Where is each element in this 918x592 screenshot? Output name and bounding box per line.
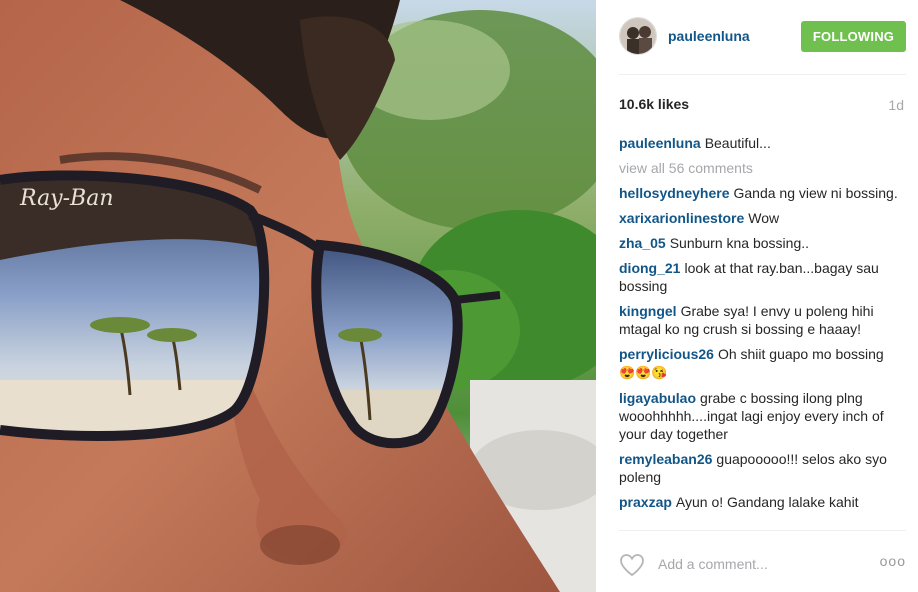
footer-divider [619,530,906,531]
comment-username[interactable]: diong_21 [619,260,680,276]
view-all-comments-link[interactable]: view all 56 comments [619,159,899,177]
post-age[interactable]: 1d [888,97,904,113]
likes-count[interactable]: 10.6k likes [619,96,689,112]
comment-username[interactable]: praxzap [619,494,672,510]
comment-item: perrylicious26 Oh shiit guapo mo bossing … [619,345,899,382]
comment-item: kingngel Grabe sya! I envy u poleng hihi … [619,302,899,338]
header-divider [619,74,906,75]
comment-username[interactable]: zha_05 [619,235,666,251]
comment-emoji: 😍😍😘 [619,365,668,380]
comment-text: Ganda ng view ni bossing. [733,185,898,201]
comment-username[interactable]: perrylicious26 [619,346,714,362]
caption-text: Beautiful... [704,135,771,151]
post-photo[interactable]: Ray-Ban [0,0,596,592]
comment-item: xarixarionlinestore Wow [619,209,899,227]
selfie-sunglasses-image: Ray-Ban [0,0,596,592]
comment-text: Oh shiit guapo mo bossing [717,346,884,362]
comment-text: Wow [748,210,780,226]
like-heart-icon[interactable] [619,553,645,577]
comment-item: praxzap Ayun o! Gandang lalake kahit [619,493,899,511]
avatar-image [620,18,656,54]
comment-item: ligayabulao grabe c bossing ilong plng wo… [619,389,899,443]
svg-text:Ray-Ban: Ray-Ban [19,186,114,211]
post-details-panel: pauleenluna FOLLOWING 10.6k likes 1d pau… [596,0,918,592]
comment-username[interactable]: kingngel [619,303,677,319]
comment-username[interactable]: xarixarionlinestore [619,210,744,226]
comment-item: diong_21 look at that ray.ban...bagay sau… [619,259,899,295]
comments-list: pauleenluna Beautiful... view all 56 comm… [619,134,899,526]
comment-username[interactable]: remyleaban26 [619,451,712,467]
following-button[interactable]: FOLLOWING [801,21,906,52]
comment-item: zha_05 Sunburn kna bossing.. [619,234,899,252]
comment-username[interactable]: ligayabulao [619,390,696,406]
comment-text: Sunburn kna bossing.. [669,235,810,251]
avatar[interactable] [619,17,657,55]
post-header: pauleenluna FOLLOWING [596,0,918,74]
post-username[interactable]: pauleenluna [668,28,750,44]
comment-item: remyleaban26 guapooooo!!! selos ako syo p… [619,450,899,486]
caption: pauleenluna Beautiful... [619,134,899,152]
more-options-icon[interactable]: ooo [880,553,906,569]
comment-username[interactable]: hellosydneyhere [619,185,730,201]
comment-item: hellosydneyhere Ganda ng view ni bossing. [619,184,899,202]
caption-username[interactable]: pauleenluna [619,135,701,151]
add-comment-input[interactable]: Add a comment... [658,556,768,572]
comment-text: Ayun o! Gandang lalake kahit [675,494,859,510]
